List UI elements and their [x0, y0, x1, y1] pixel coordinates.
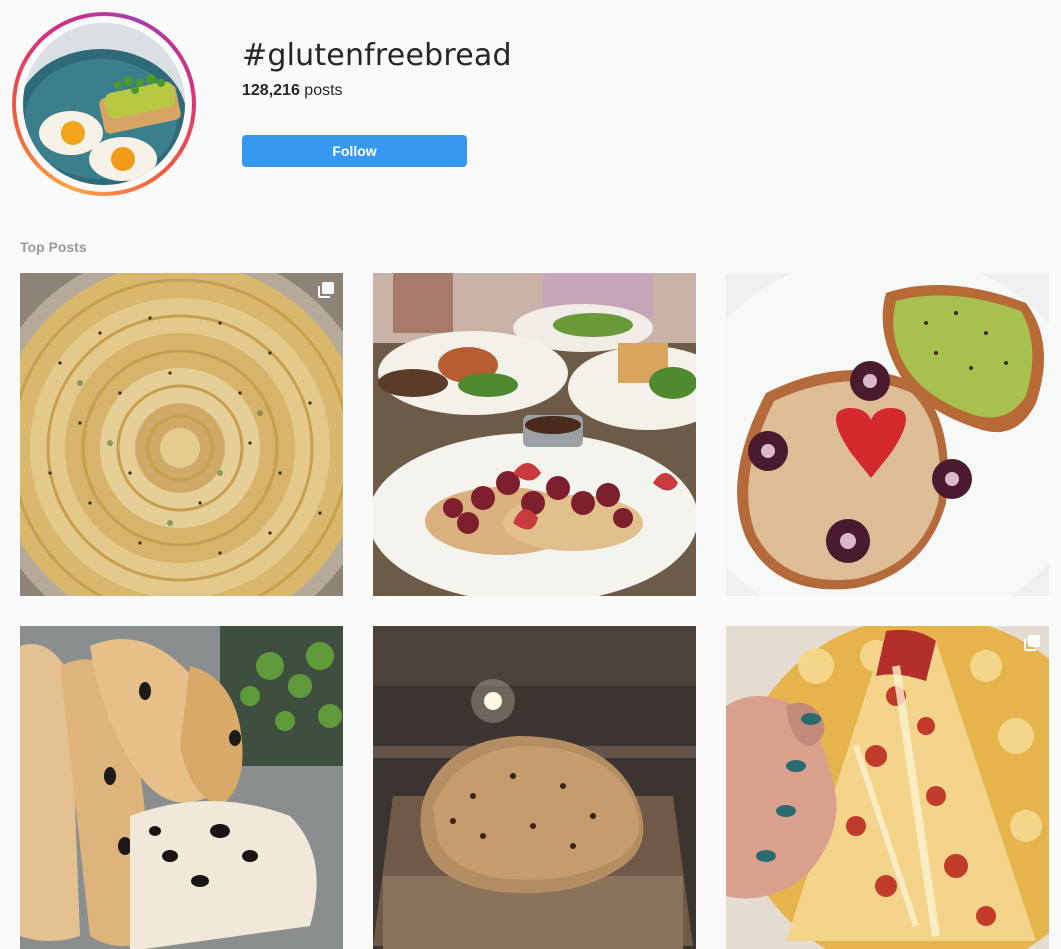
multiple-images-icon — [1023, 634, 1041, 652]
bread-in-oven-image — [373, 626, 696, 949]
post-tile-olive-baguettes[interactable] — [20, 626, 343, 949]
avatar-eggs-toast-image — [23, 23, 185, 185]
spiral-bread-image — [20, 273, 343, 596]
hashtag-avatar[interactable] — [23, 23, 185, 185]
multiple-images-icon — [317, 281, 335, 299]
post-tile-avocado-toast[interactable] — [726, 273, 1049, 596]
post-tile-spiral-bread[interactable] — [20, 273, 343, 596]
hashtag-title: #glutenfreebread — [242, 38, 512, 73]
hashtag-avatar-ring — [12, 12, 196, 196]
avocado-toast-image — [726, 273, 1049, 596]
follow-button[interactable]: Follow — [242, 135, 467, 167]
post-count: 128,216 posts — [242, 82, 343, 100]
top-posts-heading: Top Posts — [20, 239, 87, 255]
brunch-pancakes-image — [373, 273, 696, 596]
post-tile-brunch-pancakes[interactable] — [373, 273, 696, 596]
post-tile-cheese-pizza[interactable] — [726, 626, 1049, 949]
post-count-suffix: posts — [304, 82, 343, 99]
cheese-pizza-image — [726, 626, 1049, 949]
post-tile-bread-in-oven[interactable] — [373, 626, 696, 949]
post-count-value: 128,216 — [242, 82, 300, 99]
hashtag-header: #glutenfreebread 128,216 posts Follow — [0, 0, 1061, 220]
olive-baguettes-image — [20, 626, 343, 949]
